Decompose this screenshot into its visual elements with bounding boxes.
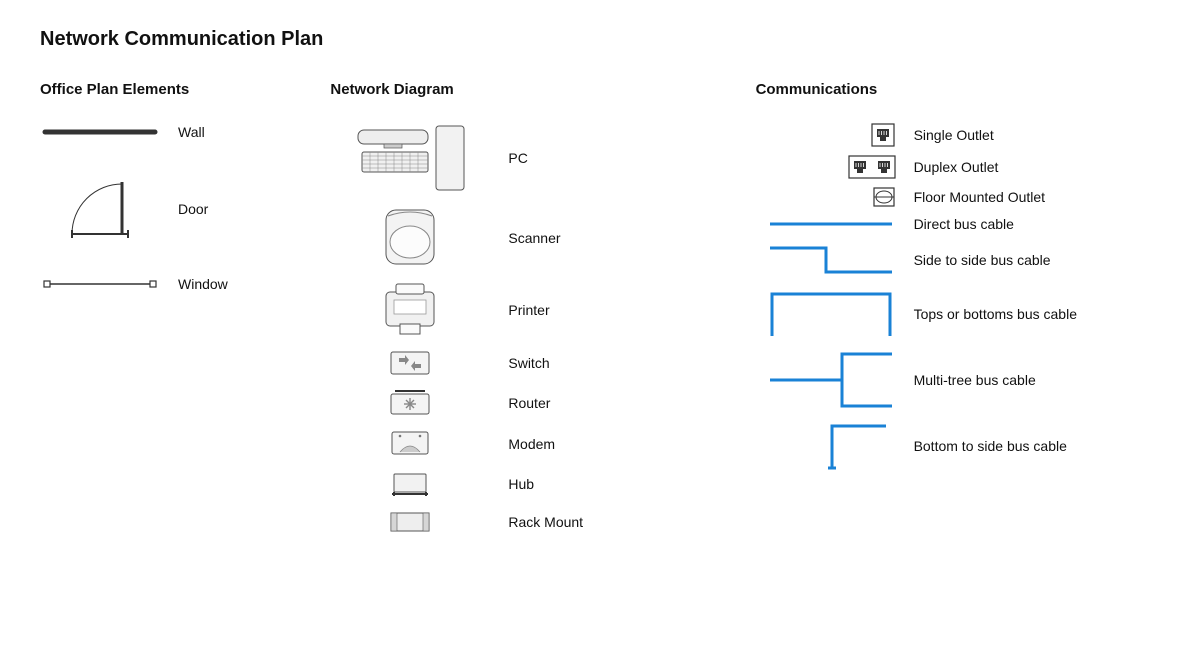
single-outlet-icon <box>756 122 896 148</box>
multi-tree-cable-icon <box>756 348 896 412</box>
switch-icon <box>330 350 490 376</box>
list-item: Wall <box>40 122 290 142</box>
list-item: Window <box>40 276 290 292</box>
item-label: Printer <box>508 302 549 318</box>
list-item: Duplex Outlet <box>756 154 1160 180</box>
window-icon <box>40 277 160 291</box>
router-icon <box>330 388 490 418</box>
item-label: Door <box>178 201 208 217</box>
list-item: Router <box>330 388 715 418</box>
item-label: Floor Mounted Outlet <box>914 189 1046 205</box>
item-label: Bottom to side bus cable <box>914 438 1067 454</box>
modem-icon <box>330 430 490 458</box>
item-label: Modem <box>508 436 555 452</box>
direct-cable-icon <box>756 214 896 234</box>
hub-icon <box>330 470 490 498</box>
office-column: Office Plan Elements Wall <box>40 81 290 326</box>
columns: Office Plan Elements Wall <box>40 81 1160 546</box>
network-column: Network Diagram <box>330 81 715 546</box>
page-title: Network Communication Plan <box>40 28 1160 51</box>
item-label: Side to side bus cable <box>914 252 1051 268</box>
list-item: Multi-tree bus cable <box>756 348 1160 412</box>
page: Network Communication Plan Office Plan E… <box>0 0 1200 574</box>
list-item: Tops or bottoms bus cable <box>756 286 1160 342</box>
scanner-icon <box>330 206 490 270</box>
duplex-outlet-icon <box>756 154 896 180</box>
item-label: Window <box>178 276 228 292</box>
list-item: Scanner <box>330 206 715 270</box>
office-title: Office Plan Elements <box>40 81 290 98</box>
list-item: Printer <box>330 282 715 338</box>
rack-mount-icon <box>330 510 490 534</box>
comm-column: Communications Single Outlet <box>756 81 1160 480</box>
list-item: PC <box>330 122 715 194</box>
wall-icon <box>40 122 160 142</box>
list-item: Direct bus cable <box>756 214 1160 234</box>
item-label: Rack Mount <box>508 514 583 530</box>
item-label: Router <box>508 395 550 411</box>
item-label: Multi-tree bus cable <box>914 372 1036 388</box>
list-item: Floor Mounted Outlet <box>756 186 1160 208</box>
bottom-side-cable-icon <box>756 418 896 474</box>
pc-icon <box>330 122 490 194</box>
side-cable-icon <box>756 240 896 280</box>
list-item: Hub <box>330 470 715 498</box>
tops-bottoms-cable-icon <box>756 286 896 342</box>
list-item: Single Outlet <box>756 122 1160 148</box>
printer-icon <box>330 282 490 338</box>
item-label: Tops or bottoms bus cable <box>914 306 1077 322</box>
floor-outlet-icon <box>756 186 896 208</box>
item-label: PC <box>508 150 527 166</box>
comm-title: Communications <box>756 81 1160 98</box>
item-label: Duplex Outlet <box>914 159 999 175</box>
list-item: Modem <box>330 430 715 458</box>
item-label: Hub <box>508 476 534 492</box>
item-label: Switch <box>508 355 549 371</box>
network-title: Network Diagram <box>330 81 715 98</box>
item-label: Scanner <box>508 230 560 246</box>
list-item: Bottom to side bus cable <box>756 418 1160 474</box>
list-item: Rack Mount <box>330 510 715 534</box>
list-item: Side to side bus cable <box>756 240 1160 280</box>
list-item: Switch <box>330 350 715 376</box>
item-label: Wall <box>178 124 205 140</box>
item-label: Direct bus cable <box>914 216 1014 232</box>
item-label: Single Outlet <box>914 127 994 143</box>
list-item: Door <box>40 176 290 242</box>
door-icon <box>40 176 160 242</box>
